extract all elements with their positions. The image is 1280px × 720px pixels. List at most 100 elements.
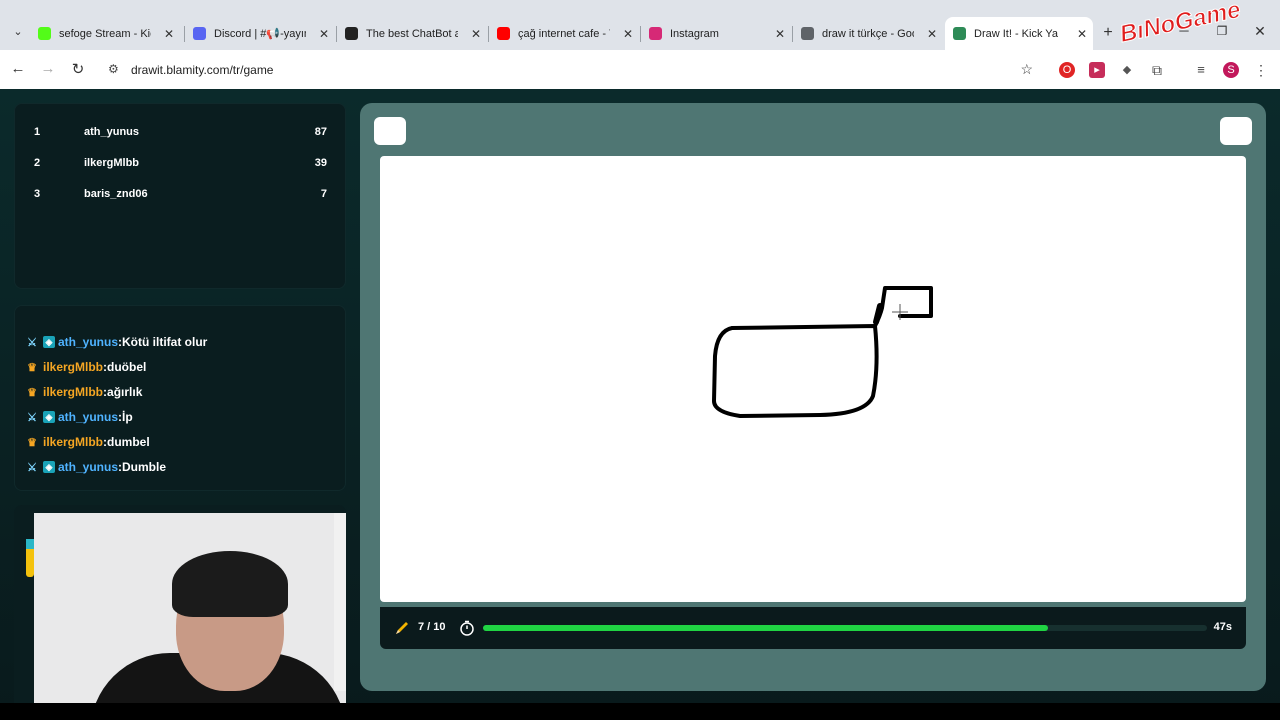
window-close-icon[interactable]: ✕ <box>1250 23 1270 40</box>
omnibox[interactable]: ⚙ drawit.blamity.com/tr/game ☆ <box>100 56 1045 84</box>
drawing-canvas[interactable] <box>380 156 1246 602</box>
browser-tab[interactable]: The best ChatBot and ✕ <box>337 17 487 50</box>
pencil-icon <box>396 622 408 634</box>
left-action-button[interactable] <box>374 117 406 145</box>
webcam-overlay <box>34 513 346 720</box>
chat-message: ♛ ilkergMlbb: dumbel <box>25 435 150 449</box>
tab-label: The best ChatBot and <box>366 27 458 40</box>
menu-kebab-icon[interactable]: ⋮ <box>1253 62 1269 78</box>
media-control-icon[interactable]: ≡ <box>1193 62 1209 78</box>
chat-username[interactable]: ath_yunus <box>58 335 118 349</box>
tab-close-icon[interactable]: ✕ <box>927 27 937 41</box>
bookmark-star-icon[interactable]: ☆ <box>1020 61 1033 78</box>
leaderboard-player-name: baris_znd06 <box>84 188 148 200</box>
leaderboard-score: 87 <box>314 126 327 138</box>
tab-label: sefoge Stream - Kick <box>59 27 151 40</box>
new-tab-icon[interactable]: + <box>1098 24 1118 42</box>
moderator-badge-icon: ◈ <box>43 336 55 348</box>
leaderboard-rank: 1 <box>34 126 41 138</box>
tab-close-icon[interactable]: ✕ <box>319 27 329 41</box>
tab-search-icon[interactable]: ⌄ <box>8 25 28 38</box>
address-bar: ← → ↻ ⚙ drawit.blamity.com/tr/game ☆ O ▸… <box>0 50 1280 89</box>
chatbot-icon <box>345 27 358 40</box>
media-extension-icon[interactable]: ▸ <box>1089 62 1105 78</box>
right-action-button[interactable] <box>1220 117 1252 145</box>
chat-text: Kötü iltifat olur <box>122 335 208 349</box>
chat-username[interactable]: ilkergMlbb <box>43 435 103 449</box>
crown-icon: ♛ <box>27 386 37 399</box>
chat-message: ♛ ilkergMlbb: ağırlık <box>25 385 142 399</box>
tab-close-icon[interactable]: ✕ <box>623 27 633 41</box>
leaderboard-rank: 2 <box>34 157 41 169</box>
moderator-badge-icon: ◈ <box>43 461 55 473</box>
browser-tab[interactable]: çağ internet cafe - Yo ✕ <box>489 17 639 50</box>
time-left: 47s <box>1213 621 1232 633</box>
leaderboard-player-name: ath_yunus <box>84 126 140 138</box>
tab-label: Draw It! - Kick Ya <box>974 27 1058 40</box>
tab-close-icon[interactable]: ✕ <box>164 27 174 41</box>
bottom-strip <box>0 703 1280 720</box>
tab-close-icon[interactable]: ✕ <box>471 27 481 41</box>
browser-tab[interactable]: Draw It! - Kick Ya ✕ <box>945 17 1093 50</box>
chat-text: ağırlık <box>107 385 143 399</box>
tab-close-icon[interactable]: ✕ <box>1077 27 1087 41</box>
leaderboard-row: 1 ath_yunus 87 <box>15 126 347 146</box>
time-progress-fill <box>483 625 1048 631</box>
browser-tab[interactable]: sefoge Stream - Kick ✕ <box>30 17 180 50</box>
person-hair-shape <box>172 551 288 617</box>
game-area: 7 / 10 47s <box>360 103 1266 691</box>
reload-icon[interactable]: ↻ <box>68 60 88 78</box>
time-progress-track <box>483 625 1207 631</box>
chat-text: İp <box>122 410 133 424</box>
chat-username[interactable]: ath_yunus <box>58 460 118 474</box>
browser-tab[interactable]: Discord | #📢-yayın ✕ <box>185 17 335 50</box>
sword-icon: ⚔ <box>27 411 37 424</box>
leaderboard-score: 39 <box>314 157 327 169</box>
site-info-icon[interactable]: ⚙ <box>108 62 119 76</box>
chat-text: dumbel <box>107 435 150 449</box>
drawing-stroke-body <box>712 324 879 418</box>
chat-username[interactable]: ath_yunus <box>58 410 118 424</box>
webcam-scrollbar[interactable] <box>334 513 346 691</box>
globe-icon <box>801 27 814 40</box>
tab-close-icon[interactable]: ✕ <box>775 27 785 41</box>
chat-text: duöbel <box>107 360 147 374</box>
leaderboard-row: 3 baris_znd06 7 <box>15 188 347 208</box>
drawit-icon <box>953 27 966 40</box>
sword-icon: ⚔ <box>27 336 37 349</box>
chat-username[interactable]: ilkergMlbb <box>43 360 103 374</box>
sword-icon: ⚔ <box>27 461 37 474</box>
tab-label: çağ internet cafe - Yo <box>518 27 610 40</box>
round-counter: 7 / 10 <box>418 621 446 633</box>
chat-message: ⚔ ◈ ath_yunus: Dumble <box>25 460 166 474</box>
forward-icon[interactable]: → <box>38 60 58 77</box>
leaderboard-panel: 1 ath_yunus 87 2 ilkergMlbb 39 3 baris_znd06 7 <box>14 103 346 289</box>
discord-icon <box>193 27 206 40</box>
browser-chrome: ⌄ sefoge Stream - Kick ✕ Discord | #📢-yayı… <box>0 0 1280 89</box>
cyan-indicator <box>26 539 34 549</box>
chat-username[interactable]: ilkergMlbb <box>43 385 103 399</box>
back-icon[interactable]: ← <box>8 60 28 77</box>
drawing-stroke-join <box>873 303 883 325</box>
leaderboard-rank: 3 <box>34 188 41 200</box>
profile-avatar[interactable]: S <box>1223 62 1239 78</box>
crown-icon: ♛ <box>27 361 37 374</box>
chat-message: ⚔ ◈ ath_yunus: İp <box>25 410 133 424</box>
opera-extension-icon[interactable]: O <box>1059 62 1075 78</box>
url-text: drawit.blamity.com/tr/game <box>131 63 274 77</box>
chat-message: ♛ ilkergMlbb: duöbel <box>25 360 146 374</box>
moderator-badge-icon: ◈ <box>43 411 55 423</box>
minimize-icon[interactable]: ─ <box>1174 23 1194 38</box>
game-page: 1 ath_yunus 87 2 ilkergMlbb 39 3 baris_znd06 7 ⚔… <box>0 89 1280 720</box>
extensions-puzzle-icon[interactable]: ⧉ <box>1149 62 1165 78</box>
crown-icon: ♛ <box>27 436 37 449</box>
browser-tab[interactable]: draw it türkçe - Goog ✕ <box>793 17 943 50</box>
extension-icon[interactable]: ◆ <box>1119 62 1135 78</box>
chat-text: Dumble <box>122 460 167 474</box>
leaderboard-player-name: ilkergMlbb <box>84 157 140 169</box>
drawing-strokes <box>712 286 933 418</box>
leaderboard-row: 2 ilkergMlbb 39 <box>15 157 347 177</box>
browser-tab[interactable]: Instagram ✕ <box>641 17 791 50</box>
restore-icon[interactable]: ❐ <box>1212 24 1232 38</box>
leaderboard-score: 7 <box>320 188 327 200</box>
